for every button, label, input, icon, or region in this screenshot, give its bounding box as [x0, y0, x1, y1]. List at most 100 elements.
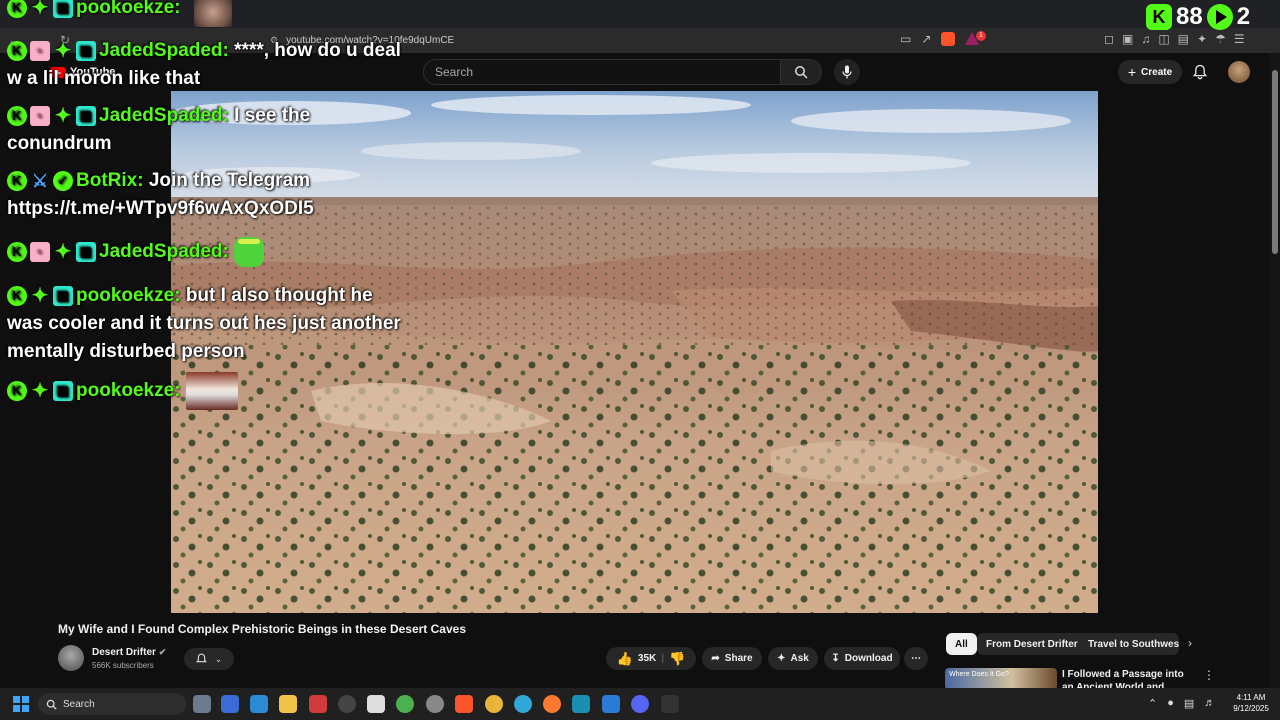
wallet-icon[interactable]: ▤: [1178, 32, 1189, 46]
vscode-icon[interactable]: [602, 695, 620, 713]
search-icon: [795, 66, 808, 79]
chat-username[interactable]: JadedSpaded:: [99, 105, 229, 126]
share-page-icon[interactable]: ↗: [921, 32, 931, 46]
recommended-thumbnail[interactable]: Where Does It Go?: [945, 668, 1057, 690]
chat-message: K ✦ ▦ pookoekze:: [7, 0, 407, 22]
bell-icon: [195, 653, 207, 663]
like-dislike-group: 👍 35K | 👎: [606, 647, 696, 670]
chevron-right-icon[interactable]: ›: [1188, 636, 1192, 650]
voice-search-button[interactable]: [834, 59, 860, 85]
clock-date: 9/12/2025: [1233, 704, 1269, 713]
subscriber-badge-icon: ▦: [76, 242, 96, 262]
kick-badge-icon: K: [7, 285, 27, 306]
taskbar-app-icon[interactable]: [221, 695, 239, 713]
microphone-icon: [842, 65, 852, 79]
ai-icon[interactable]: ✦: [1197, 32, 1207, 46]
kick-badge-icon: K: [7, 105, 27, 126]
taskbar-app-icon[interactable]: [250, 695, 268, 713]
more-actions-button[interactable]: ⋯: [904, 647, 928, 670]
chrome-icon[interactable]: [485, 695, 503, 713]
chat-username[interactable]: JadedSpaded:: [99, 241, 229, 262]
sparkle-badge-icon: ✦: [54, 104, 72, 127]
sparkle-icon: ✦: [777, 653, 786, 664]
ask-button[interactable]: ✦ Ask: [768, 647, 818, 670]
account-avatar[interactable]: [1228, 61, 1250, 83]
thumbs-down-icon[interactable]: 👎: [669, 651, 685, 667]
taskbar-app-icon[interactable]: [338, 695, 356, 713]
chat-username[interactable]: pookoekze:: [76, 380, 181, 401]
taskbar-app-icon[interactable]: [572, 695, 590, 713]
chat-message: K ▫ ✦ ▦ JadedSpaded:: [7, 237, 407, 267]
chat-username[interactable]: BotRix:: [76, 170, 144, 191]
mic-tray-icon[interactable]: ●: [1167, 697, 1174, 710]
video-title: My Wife and I Found Complex Prehistoric …: [58, 622, 466, 636]
gift-badge-icon: ▫: [30, 40, 50, 61]
share-arrow-icon: ➦: [711, 653, 720, 664]
chip-from-channel[interactable]: From Desert Drifter: [977, 633, 1087, 655]
verified-check-icon: ✔: [158, 647, 167, 657]
shields-count-badge: 1: [976, 31, 986, 41]
volume-icon[interactable]: ♬: [1204, 697, 1215, 710]
chat-username[interactable]: pookoekze:: [76, 285, 181, 306]
sidebar-icon[interactable]: ◫: [1158, 32, 1169, 46]
page-scrollbar-thumb[interactable]: [1272, 70, 1278, 254]
brave-browser-icon[interactable]: [455, 695, 473, 713]
channel-name-text: Desert Drifter: [92, 647, 156, 658]
notifications-bell-icon[interactable]: [1193, 64, 1207, 80]
firefox-icon[interactable]: [543, 695, 561, 713]
chat-message: K ✦ ▦ pookoekze: but I also thought he was …: [7, 282, 407, 366]
taskbar-app-icon[interactable]: [193, 695, 211, 713]
green-face-emote: [234, 237, 265, 267]
chip-travel[interactable]: Travel to Southwestern: [1079, 633, 1179, 655]
screen: ← → ↻ ⚙ youtube.com/watch?v=10fe9dqUmCE …: [0, 0, 1280, 720]
taskbar-app-icon[interactable]: [426, 695, 444, 713]
thumbs-up-icon[interactable]: 👍: [617, 651, 633, 667]
create-button[interactable]: + Create: [1118, 60, 1182, 84]
recommended-title[interactable]: I Followed a Passage into an Ancient Wor…: [1062, 668, 1192, 690]
search-input[interactable]: Search: [423, 59, 781, 85]
subscription-bell-button[interactable]: ⌄: [184, 648, 234, 670]
media-icon[interactable]: ♫: [1141, 32, 1150, 46]
kick-badge-icon: K: [7, 0, 27, 18]
download-icon: ↧: [831, 653, 840, 664]
system-clock[interactable]: 4:11 AM 9/12/2025: [1226, 692, 1276, 714]
menu-icon[interactable]: ☰: [1234, 32, 1245, 46]
chat-message: K ▫ ✦ ▦ JadedSpaded: ****, how do u deal w a…: [7, 37, 407, 93]
more-dots-icon: ⋯: [911, 653, 921, 664]
vpn-icon[interactable]: ☂: [1215, 32, 1226, 46]
sparkle-badge-icon: ✦: [54, 241, 72, 263]
chip-all[interactable]: All: [946, 633, 977, 655]
cast-icon[interactable]: ▭: [900, 32, 911, 46]
channel-avatar[interactable]: [58, 645, 84, 671]
taskbar-app-icon[interactable]: [396, 695, 414, 713]
like-count[interactable]: 35K: [638, 653, 656, 664]
edge-icon[interactable]: [514, 695, 532, 713]
kick-stats-overlay: K 88 2: [1146, 3, 1250, 31]
chat-username[interactable]: JadedSpaded:: [99, 40, 229, 61]
chat-message: K ▫ ✦ ▦ JadedSpaded: I see the conundrum: [7, 102, 407, 158]
chevron-down-icon: ⌄: [214, 653, 223, 664]
chat-username[interactable]: pookoekze:: [76, 0, 181, 18]
file-explorer-icon[interactable]: [279, 695, 297, 713]
discord-icon[interactable]: [631, 695, 649, 713]
extensions-icon[interactable]: ◻: [1104, 32, 1114, 46]
gift-badge-icon: ▫: [30, 105, 50, 126]
recommended-menu-icon[interactable]: ⋮: [1203, 668, 1215, 682]
search-button[interactable]: [780, 59, 822, 85]
channel-name[interactable]: Desert Drifter ✔: [92, 647, 166, 658]
brave-shields-icon[interactable]: [941, 32, 956, 46]
sparkle-badge-icon: ✦: [31, 284, 49, 307]
windows-start-icon[interactable]: [13, 696, 29, 712]
network-icon[interactable]: ▤: [1184, 697, 1194, 710]
taskbar-app-icon[interactable]: [367, 695, 385, 713]
taskbar-app-icon[interactable]: [309, 695, 327, 713]
sparkle-badge-icon: ✦: [31, 0, 49, 19]
taskbar-app-icon[interactable]: [661, 695, 679, 713]
screenshot-icon[interactable]: ▣: [1122, 32, 1133, 46]
download-label: Download: [844, 653, 893, 664]
kick-badge-icon: K: [7, 40, 27, 61]
taskbar-search[interactable]: Search: [38, 693, 186, 715]
tray-overflow-icon[interactable]: ⌃: [1148, 697, 1157, 710]
share-button[interactable]: ➦ Share: [702, 647, 762, 670]
download-button[interactable]: ↧ Download: [824, 647, 900, 670]
